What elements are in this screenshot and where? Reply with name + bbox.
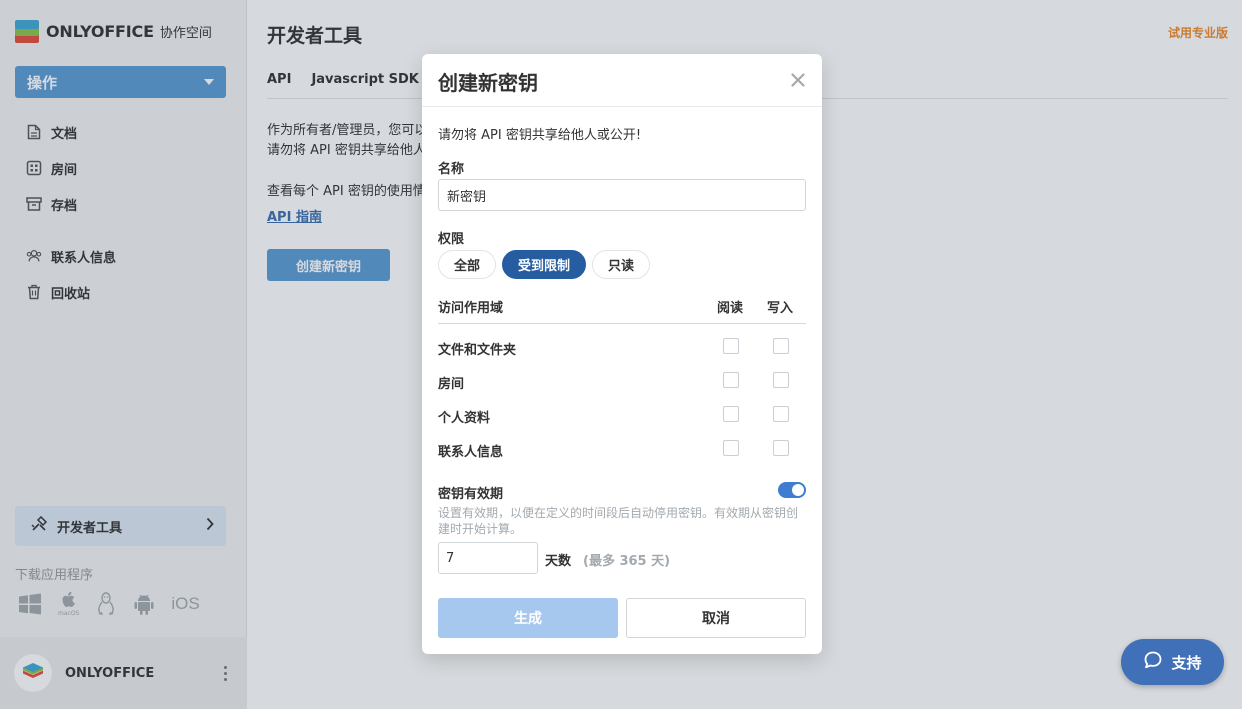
permissions-label: 权限: [438, 232, 465, 247]
share-warning: 请勿将 API 密钥共享给他人或公开!: [438, 128, 642, 143]
permission-restricted[interactable]: 受到限制: [502, 250, 587, 279]
table-row: 联系人信息: [438, 432, 806, 466]
scope-header-label: 访问作用域: [438, 301, 504, 316]
scope-name: 个人资料: [438, 411, 491, 426]
expiry-toggle[interactable]: [778, 482, 806, 498]
scope-table: 文件和文件夹 房间 个人资料 联系人信息: [438, 330, 806, 466]
read-header-label: 阅读: [717, 301, 744, 316]
create-key-dialog: 创建新密钥 请勿将 API 密钥共享给他人或公开! 名称 权限 全部 受到限制 …: [422, 54, 822, 654]
write-checkbox[interactable]: [773, 372, 789, 388]
name-label: 名称: [438, 162, 465, 177]
days-max-hint: (最多 365 天): [583, 554, 671, 569]
scope-name: 联系人信息: [438, 445, 504, 460]
close-icon[interactable]: [788, 70, 808, 90]
write-header-label: 写入: [767, 301, 794, 316]
permissions-selector: 全部 受到限制 只读: [438, 250, 651, 279]
support-label: 支持: [1171, 653, 1202, 672]
permission-all[interactable]: 全部: [438, 250, 497, 279]
days-label: 天数: [545, 554, 572, 569]
cancel-button[interactable]: 取消: [626, 598, 806, 638]
expiry-label: 密钥有效期: [438, 487, 504, 502]
read-checkbox[interactable]: [723, 338, 739, 354]
key-name-input[interactable]: [438, 179, 806, 211]
dialog-header: 创建新密钥: [422, 54, 822, 107]
chat-bubble-icon: [1143, 650, 1163, 674]
expiry-description: 设置有效期，以便在定义的时间段后自动停用密钥。有效期从密钥创建时开始计算。: [438, 506, 799, 536]
permission-read-only[interactable]: 只读: [592, 250, 651, 279]
scope-name: 房间: [438, 377, 465, 392]
support-button[interactable]: 支持: [1121, 639, 1224, 685]
expiry-days-input[interactable]: [438, 542, 538, 574]
toggle-knob: [792, 484, 804, 496]
write-checkbox[interactable]: [773, 406, 789, 422]
table-row: 房间: [438, 364, 806, 398]
table-row: 文件和文件夹: [438, 330, 806, 364]
write-checkbox[interactable]: [773, 338, 789, 354]
generate-button[interactable]: 生成: [438, 598, 618, 638]
read-checkbox[interactable]: [723, 440, 739, 456]
read-checkbox[interactable]: [723, 372, 739, 388]
scope-table-header: 访问作用域 阅读 写入: [438, 295, 806, 324]
read-checkbox[interactable]: [723, 406, 739, 422]
scope-name: 文件和文件夹: [438, 343, 517, 358]
write-checkbox[interactable]: [773, 440, 789, 456]
table-row: 个人资料: [438, 398, 806, 432]
dialog-title: 创建新密钥: [438, 71, 538, 95]
